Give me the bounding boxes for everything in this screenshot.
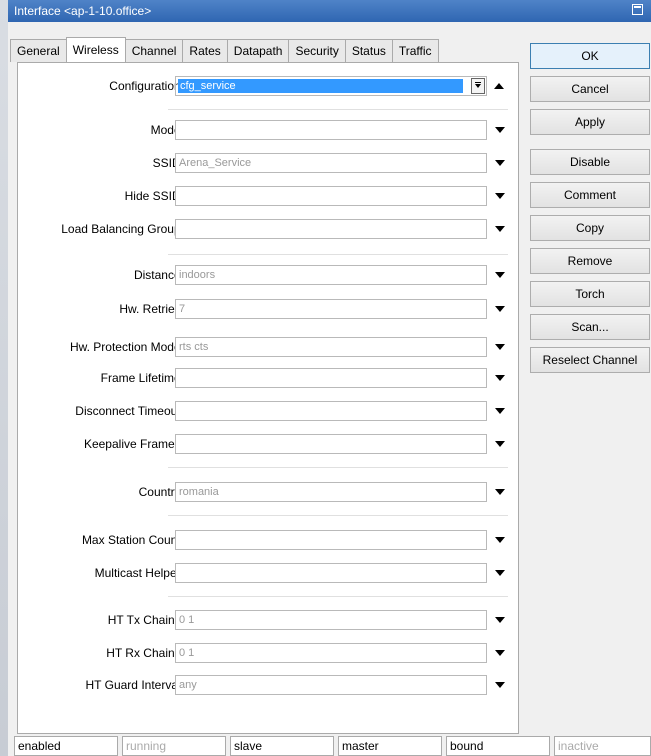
field-row-frame-lifetime: Frame Lifetime:: [18, 368, 518, 390]
tab-wireless[interactable]: Wireless: [65, 37, 126, 62]
ht-guard-interval-label: HT Guard Interval:: [85, 678, 184, 692]
max-station-count-dropdown-icon[interactable]: [495, 537, 505, 543]
hw-protection-mode-field[interactable]: rts cts: [175, 337, 487, 357]
field-row-hw-retries: Hw. Retries: 7: [18, 299, 518, 321]
separator: [168, 467, 508, 468]
distance-field[interactable]: indoors: [175, 265, 487, 285]
load-balancing-group-field[interactable]: [175, 219, 487, 239]
disconnect-timeout-dropdown-icon[interactable]: [495, 408, 505, 414]
keepalive-frames-field[interactable]: [175, 434, 487, 454]
field-row-disconnect-timeout: Disconnect Timeout:: [18, 401, 518, 423]
frame-lifetime-label: Frame Lifetime:: [100, 371, 184, 385]
hw-protection-mode-dropdown-icon[interactable]: [495, 344, 505, 350]
tab-datapath[interactable]: Datapath: [226, 39, 290, 62]
field-row-distance: Distance: indoors: [18, 265, 518, 287]
ht-tx-chains-dropdown-icon[interactable]: [495, 617, 505, 623]
tab-traffic[interactable]: Traffic: [391, 39, 439, 62]
collapse-up-icon[interactable]: [494, 83, 504, 89]
keepalive-frames-label: Keepalive Frames:: [83, 437, 184, 451]
ht-rx-chains-field[interactable]: 0 1: [175, 643, 487, 663]
remove-button[interactable]: Remove: [530, 248, 650, 274]
tab-channel[interactable]: Channel: [124, 39, 184, 62]
field-row-load-balancing-group: Load Balancing Group:: [18, 219, 518, 241]
status-master: master: [338, 736, 442, 756]
comment-button[interactable]: Comment: [530, 182, 650, 208]
country-dropdown-icon[interactable]: [495, 489, 505, 495]
field-row-multicast-helper: Multicast Helper:: [18, 563, 518, 585]
ok-button[interactable]: OK: [530, 43, 650, 69]
apply-button[interactable]: Apply: [530, 109, 650, 135]
wireless-panel: Configuration: cfg_service Mode: SSID: A…: [17, 62, 519, 734]
title-bar: Interface <ap-1-10.office>: [8, 0, 651, 22]
field-row-country: Country: romania: [18, 482, 518, 504]
window-title: Interface <ap-1-10.office>: [14, 4, 152, 18]
ht-rx-chains-dropdown-icon[interactable]: [495, 650, 505, 656]
hide-ssid-field[interactable]: [175, 186, 487, 206]
tab-rates[interactable]: Rates: [182, 39, 228, 62]
hw-retries-field[interactable]: 7: [175, 299, 487, 319]
hw-retries-dropdown-icon[interactable]: [495, 306, 505, 312]
cancel-button[interactable]: Cancel: [530, 76, 650, 102]
hide-ssid-dropdown-icon[interactable]: [495, 193, 505, 199]
scan-button[interactable]: Scan...: [530, 314, 650, 340]
disconnect-timeout-field[interactable]: [175, 401, 487, 421]
status-running: running: [122, 736, 226, 756]
load-balancing-group-label: Load Balancing Group:: [61, 222, 184, 236]
configuration-select[interactable]: cfg_service: [175, 76, 487, 96]
tab-status[interactable]: Status: [344, 39, 393, 62]
separator: [168, 254, 508, 255]
copy-button[interactable]: Copy: [530, 215, 650, 241]
reselect-channel-button[interactable]: Reselect Channel: [530, 347, 650, 373]
configuration-value: cfg_service: [178, 79, 463, 93]
status-slave: slave: [230, 736, 334, 756]
separator: [168, 515, 508, 516]
mode-dropdown-icon[interactable]: [495, 127, 505, 133]
ht-guard-interval-field[interactable]: any: [175, 675, 487, 695]
interface-window: Interface <ap-1-10.office> General Wirel…: [0, 0, 651, 756]
ht-rx-chains-label: HT Rx Chains:: [106, 646, 184, 660]
field-row-ssid: SSID: Arena_Service: [18, 153, 518, 175]
field-row-hide-ssid: Hide SSID:: [18, 186, 518, 208]
separator: [168, 109, 508, 110]
field-row-ht-tx-chains: HT Tx Chains: 0 1: [18, 610, 518, 632]
configuration-dropdown-icon[interactable]: [471, 78, 485, 94]
tab-security[interactable]: Security: [288, 39, 346, 62]
field-row-max-station-count: Max Station Count:: [18, 530, 518, 552]
separator: [168, 596, 508, 597]
country-field[interactable]: romania: [175, 482, 487, 502]
maximize-icon[interactable]: [632, 4, 643, 15]
ht-tx-chains-label: HT Tx Chains:: [107, 613, 184, 627]
ssid-field[interactable]: Arena_Service: [175, 153, 487, 173]
keepalive-frames-dropdown-icon[interactable]: [495, 441, 505, 447]
field-row-mode: Mode:: [18, 120, 518, 142]
field-row-ht-rx-chains: HT Rx Chains: 0 1: [18, 643, 518, 665]
frame-lifetime-dropdown-icon[interactable]: [495, 375, 505, 381]
ht-guard-interval-dropdown-icon[interactable]: [495, 682, 505, 688]
multicast-helper-dropdown-icon[interactable]: [495, 570, 505, 576]
frame-lifetime-field[interactable]: [175, 368, 487, 388]
mode-field[interactable]: [175, 120, 487, 140]
max-station-count-field[interactable]: [175, 530, 487, 550]
status-inactive: inactive: [554, 736, 651, 756]
ht-tx-chains-field[interactable]: 0 1: [175, 610, 487, 630]
load-balancing-group-dropdown-icon[interactable]: [495, 226, 505, 232]
torch-button[interactable]: Torch: [530, 281, 650, 307]
tab-general[interactable]: General: [10, 39, 67, 62]
multicast-helper-label: Multicast Helper:: [94, 566, 184, 580]
hw-protection-mode-label: Hw. Protection Mode:: [69, 340, 184, 354]
field-row-ht-guard-interval: HT Guard Interval: any: [18, 675, 518, 697]
configuration-label: Configuration:: [109, 79, 184, 93]
disable-button[interactable]: Disable: [530, 149, 650, 175]
max-station-count-label: Max Station Count:: [81, 533, 184, 547]
multicast-helper-field[interactable]: [175, 563, 487, 583]
disconnect-timeout-label: Disconnect Timeout:: [75, 404, 184, 418]
distance-dropdown-icon[interactable]: [495, 272, 505, 278]
ssid-dropdown-icon[interactable]: [495, 160, 505, 166]
field-row-keepalive-frames: Keepalive Frames:: [18, 434, 518, 456]
tab-bar: General Wireless Channel Rates Datapath …: [10, 37, 439, 63]
status-enabled: enabled: [14, 736, 118, 756]
field-row-hw-protection-mode: Hw. Protection Mode: rts cts: [18, 337, 518, 359]
status-bound: bound: [446, 736, 550, 756]
